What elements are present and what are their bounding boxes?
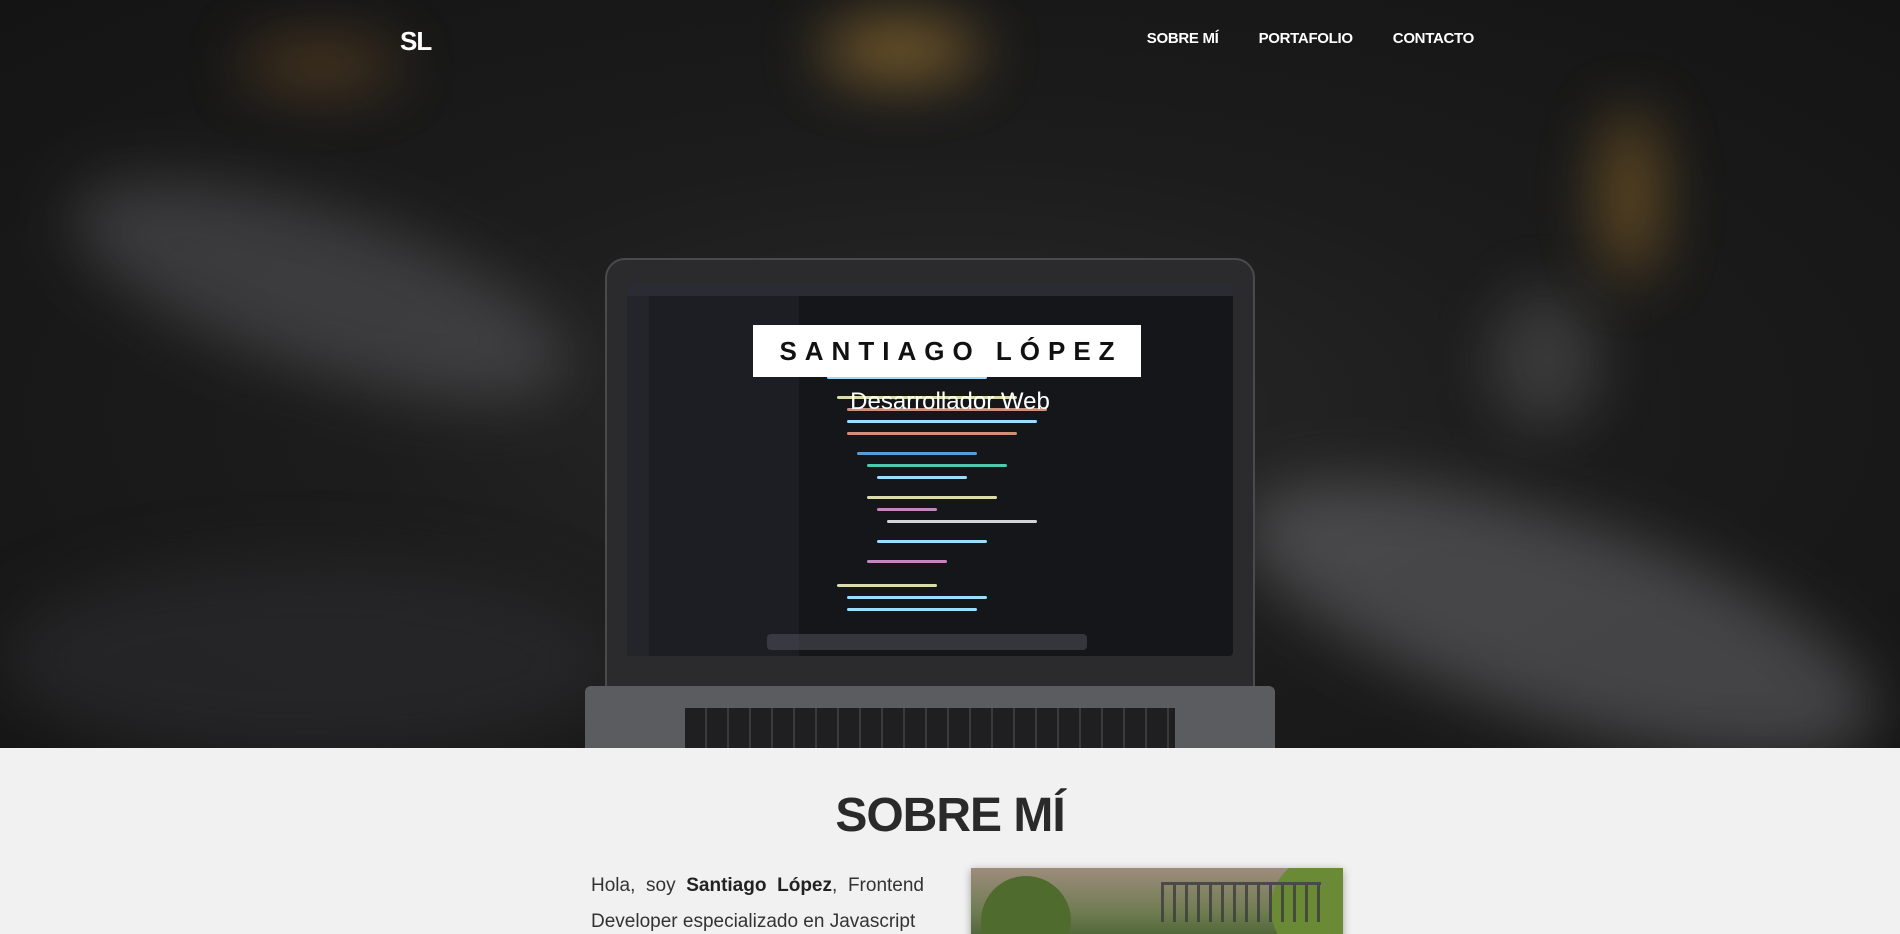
code-line: [847, 432, 1017, 435]
intro-name: Santiago López: [686, 875, 833, 896]
intro-prefix: Hola, soy: [591, 875, 687, 896]
code-line: [847, 608, 977, 611]
nav-item-portafolio[interactable]: PORTAFOLIO: [1259, 30, 1354, 47]
hero-title: SANTIAGO LÓPEZ: [779, 335, 1123, 366]
code-line: [847, 420, 1037, 423]
laptop-keyboard: [685, 708, 1175, 748]
about-intro-text: Hola, soy Santiago López, Frontend Devel…: [591, 868, 924, 934]
site-logo[interactable]: SL: [400, 26, 432, 57]
hero-background-light: [1600, 110, 1660, 280]
code-line: [847, 596, 987, 599]
hero-section: SL SOBRE MÍ PORTAFOLIO CONTACTO SANTIAGO…: [0, 0, 1900, 748]
code-line: [877, 508, 937, 511]
code-line: [867, 464, 1007, 467]
nav-menu: SOBRE MÍ PORTAFOLIO CONTACTO: [1147, 30, 1475, 47]
laptop-lid: [605, 258, 1255, 698]
editor-sidebar: [627, 296, 649, 656]
code-line: [877, 476, 967, 479]
nav-item-contacto[interactable]: CONTACTO: [1393, 30, 1475, 47]
profile-photo: [971, 868, 1343, 934]
code-line: [857, 452, 977, 455]
os-dock: [767, 634, 1087, 650]
code-line: [867, 496, 997, 499]
code-line: [887, 520, 1037, 523]
section-heading: SOBRE MÍ: [835, 789, 1065, 842]
editor-menubar: [627, 284, 1233, 296]
hero-background-light: [1215, 422, 1900, 748]
code-line: [837, 584, 937, 587]
hero-background-shadow: [0, 560, 620, 748]
hero-subtitle: Desarrollador Web: [850, 388, 1050, 415]
hero-title-box: SANTIAGO LÓPEZ: [753, 325, 1141, 377]
top-navigation: SL SOBRE MÍ PORTAFOLIO CONTACTO: [0, 0, 1900, 80]
code-line: [867, 560, 947, 563]
photo-tree: [981, 876, 1071, 934]
photo-balcony-rail: [1161, 882, 1321, 922]
about-section: SOBRE MÍ Hola, soy Santiago López, Front…: [0, 748, 1900, 934]
code-line: [877, 540, 987, 543]
nav-item-sobre-mi[interactable]: SOBRE MÍ: [1147, 30, 1219, 47]
